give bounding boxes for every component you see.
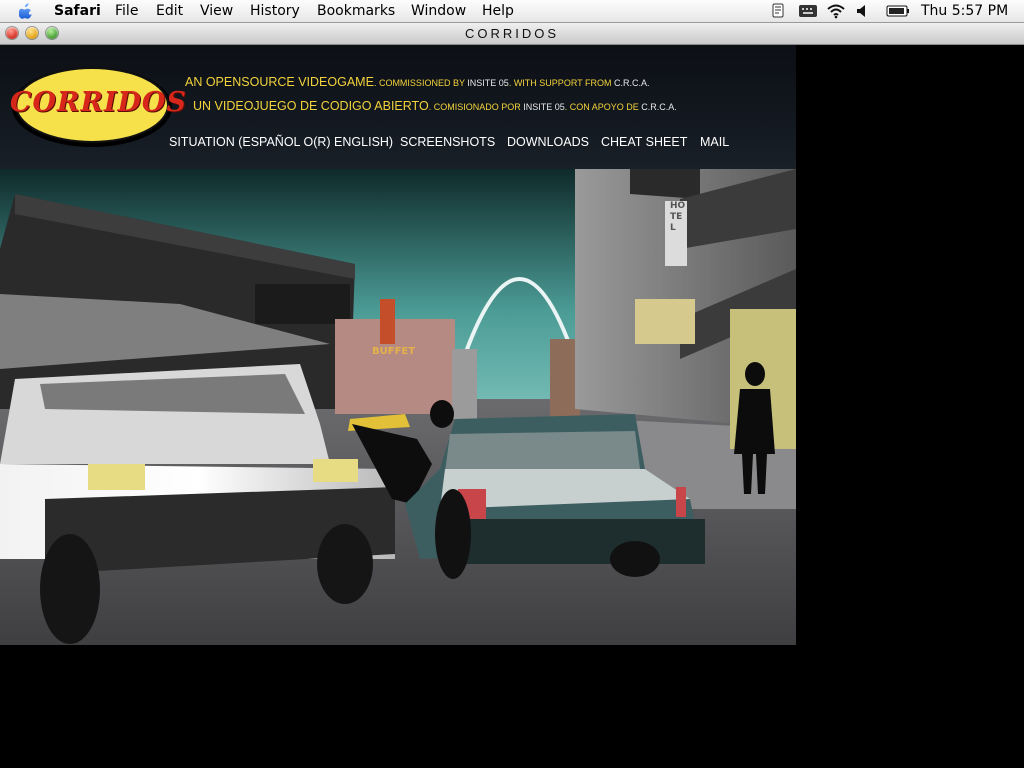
- menu-safari[interactable]: Safari: [54, 3, 101, 19]
- tagline-spanish: UN VIDEOJUEGO DE CODIGO ABIERTO. COMISIO…: [193, 99, 677, 113]
- site-container: CORRIDOS AN OPENSOURCE VIDEOGAME. COMMIS…: [0, 45, 796, 645]
- window-titlebar[interactable]: CORRIDOS: [0, 23, 1024, 45]
- nav-situation-link[interactable]: SITUATION (ESPAÑOL O(R) ENGLISH): [169, 135, 393, 149]
- menu-edit[interactable]: Edit: [156, 3, 183, 19]
- battery-icon[interactable]: [886, 5, 910, 17]
- game-screenshot: [0, 169, 796, 645]
- window-title: CORRIDOS: [464, 26, 560, 41]
- airport-wifi-icon[interactable]: [826, 3, 846, 19]
- web-content[interactable]: CORRIDOS AN OPENSOURCE VIDEOGAME. COMMIS…: [0, 45, 1024, 768]
- logo-wordmark: CORRIDOS: [10, 87, 187, 118]
- menu-window[interactable]: Window: [411, 3, 466, 19]
- nav-screenshots-link[interactable]: SCREENSHOTS: [400, 135, 495, 149]
- menubar-clock[interactable]: Thu 5:57 PM: [921, 3, 1008, 19]
- menu-bookmarks[interactable]: Bookmarks: [317, 3, 395, 19]
- keyboard-icon[interactable]: [798, 4, 818, 18]
- menu-bar: Safari File Edit View History Bookmarks …: [0, 0, 1024, 23]
- volume-icon[interactable]: [856, 4, 868, 18]
- menu-view[interactable]: View: [200, 3, 233, 19]
- buffet-sign-post: [380, 299, 395, 344]
- script-menu-icon[interactable]: [770, 3, 786, 19]
- tagline-english: AN OPENSOURCE VIDEOGAME. COMMISSIONED BY…: [185, 75, 650, 89]
- nav-mail-link[interactable]: MAIL: [700, 135, 729, 149]
- hotel-sign-label: HOTEL: [670, 201, 686, 233]
- buffet-sign-label: BUFFET: [372, 346, 416, 357]
- nav-cheat-sheet-link[interactable]: CHEAT SHEET: [601, 135, 687, 149]
- menu-file[interactable]: File: [115, 3, 138, 19]
- menu-history[interactable]: History: [250, 3, 300, 19]
- menu-help[interactable]: Help: [482, 3, 514, 19]
- nav-downloads-link[interactable]: DOWNLOADS: [507, 135, 589, 149]
- site-header: CORRIDOS AN OPENSOURCE VIDEOGAME. COMMIS…: [0, 45, 796, 169]
- apple-menu-icon[interactable]: [19, 2, 33, 19]
